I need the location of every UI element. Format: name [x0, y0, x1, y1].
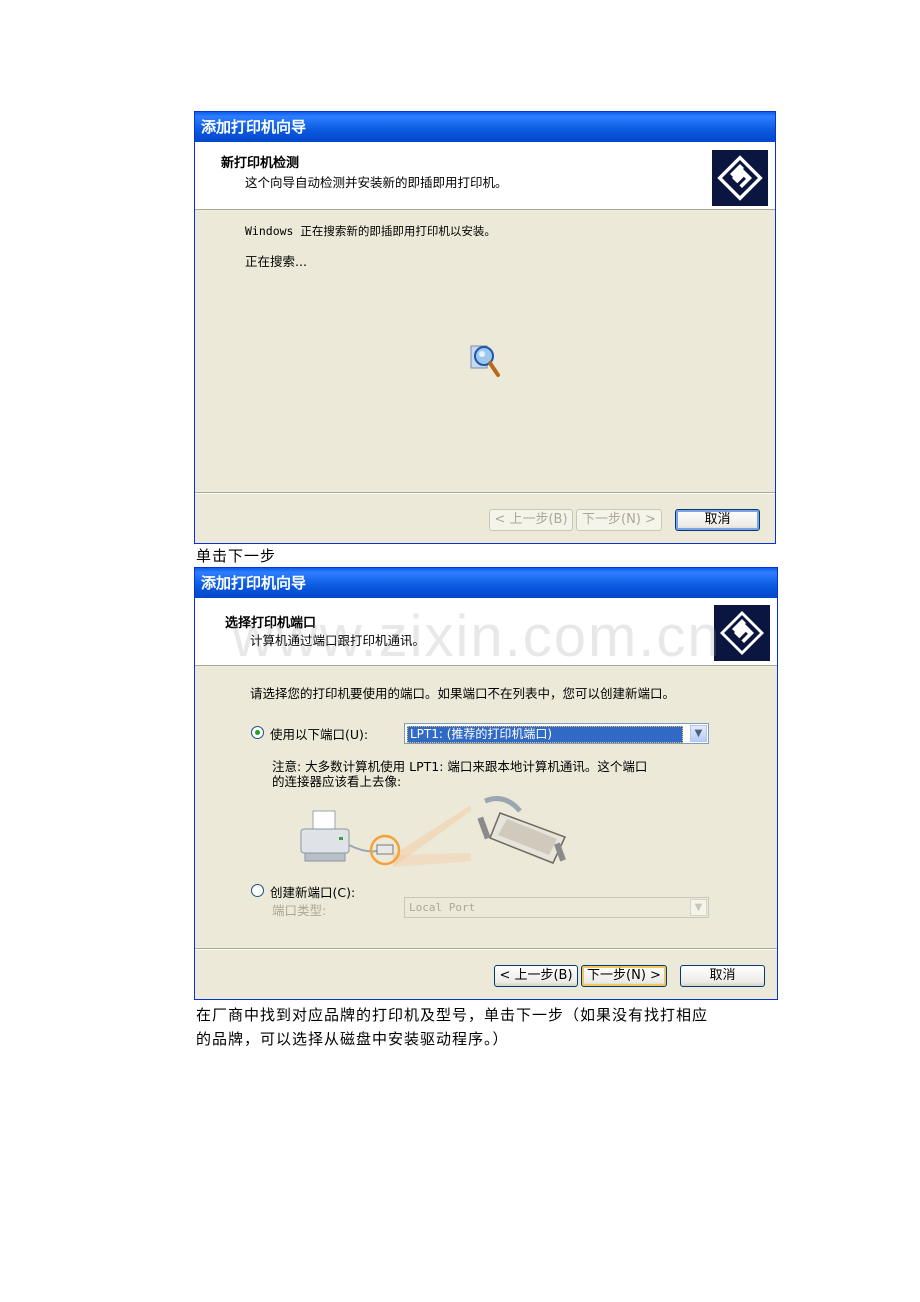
printer-icon: [300, 810, 350, 862]
back-button[interactable]: < 上一步(B): [494, 965, 578, 987]
create-port-radio[interactable]: [251, 884, 264, 897]
create-port-label[interactable]: 创建新端口(C):: [270, 882, 355, 901]
port-instruction: 请选择您的打印机要使用的端口。如果端口不在列表中，您可以创建新端口。: [250, 686, 676, 701]
searching-text: 正在搜索...: [245, 254, 307, 269]
port-type-select[interactable]: Local Port ▼: [404, 897, 709, 918]
wizard-header: 新打印机检测 这个向导自动检测并安装新的即插即用打印机。: [195, 142, 775, 210]
wizard-dialog-detect: 添加打印机向导 新打印机检测 这个向导自动检测并安装新的即插即用打印机。 Win…: [194, 111, 776, 544]
dropdown-arrow-icon[interactable]: ▼: [690, 725, 707, 742]
dialog-title-bar: 添加打印机向导: [195, 112, 775, 142]
caption-select-vendor-line1: 在厂商中找到对应品牌的打印机及型号，单击下一步（如果没有找打相应: [196, 1006, 709, 1024]
header-title: 新打印机检测: [221, 156, 300, 171]
header-title: 选择打印机端口: [225, 616, 317, 631]
use-port-label[interactable]: 使用以下端口(U):: [270, 724, 368, 743]
header-subtitle: 这个向导自动检测并安装新的即插即用打印机。: [245, 175, 508, 190]
lpt-port-icon: [369, 834, 401, 866]
footer-divider: [195, 948, 777, 950]
printer-wizard-icon: [714, 605, 770, 661]
footer-divider: [195, 492, 775, 494]
use-port-radio[interactable]: [251, 726, 264, 739]
cancel-button[interactable]: 取消: [675, 509, 760, 531]
port-type-label: 端口类型:: [272, 903, 327, 918]
search-status-line: Windows 正在搜索新的即插即用打印机以安装。: [245, 224, 496, 238]
header-subtitle: 计算机通过端口跟打印机通讯。: [250, 633, 426, 648]
caption-click-next: 单击下一步: [196, 547, 277, 565]
cancel-button[interactable]: 取消: [680, 965, 765, 987]
port-note-line2: 的连接器应该看上去像:: [272, 774, 402, 789]
wizard-header: 选择打印机端口 计算机通过端口跟打印机通讯。: [195, 598, 777, 666]
wizard-dialog-port: 添加打印机向导 选择打印机端口 计算机通过端口跟打印机通讯。 请选择您的打印机要…: [194, 567, 778, 1000]
next-button[interactable]: 下一步(N) >: [576, 509, 662, 531]
port-select-value: LPT1: (推荐的打印机端口): [407, 726, 683, 743]
dropdown-arrow-icon[interactable]: ▼: [690, 899, 707, 916]
connector-illustration: [295, 793, 585, 893]
next-button[interactable]: 下一步(N) >: [581, 965, 667, 987]
dialog-title-bar: 添加打印机向导: [195, 568, 777, 598]
searching-magnifier-icon: [467, 340, 501, 380]
caption-select-vendor-line2: 的品牌，可以选择从磁盘中安装驱动程序。）: [196, 1030, 509, 1048]
back-button[interactable]: < 上一步(B): [489, 509, 573, 531]
printer-wizard-icon: [712, 150, 768, 206]
port-select[interactable]: LPT1: (推荐的打印机端口) ▼: [404, 723, 709, 744]
parallel-cable-icon: [477, 796, 567, 864]
port-type-value: Local Port: [409, 901, 476, 914]
